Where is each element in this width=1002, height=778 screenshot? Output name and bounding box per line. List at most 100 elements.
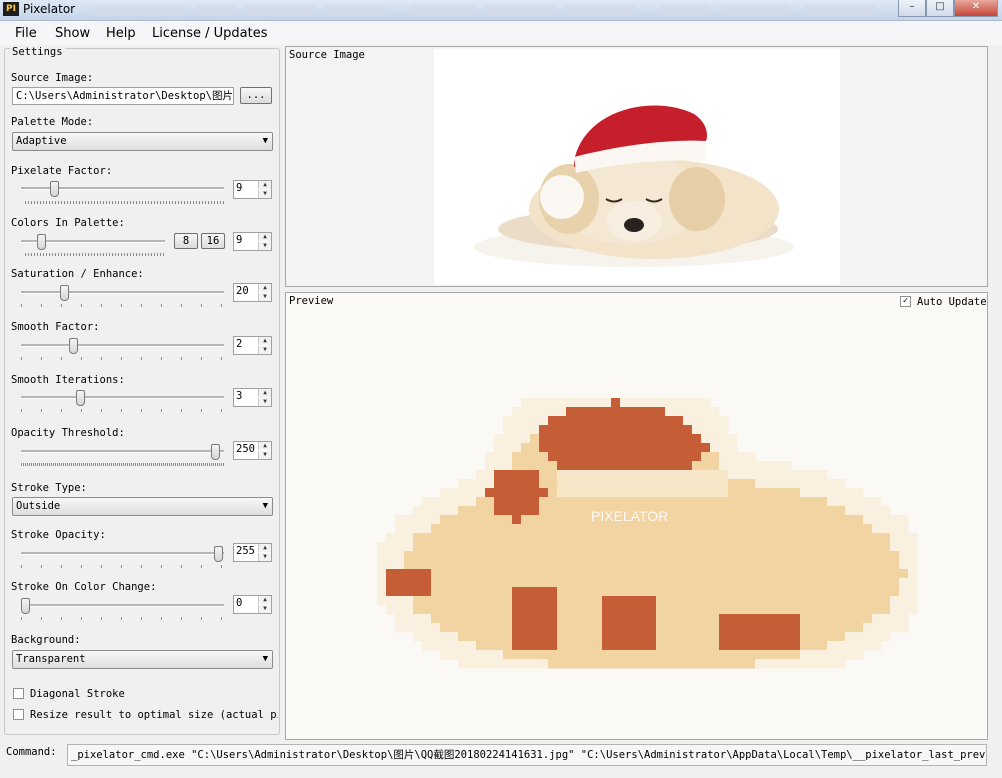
pixel-block: [458, 623, 468, 633]
stroke-opacity-track[interactable]: [21, 552, 224, 555]
smooth-factor-track[interactable]: [21, 344, 224, 347]
pixel-block: [647, 407, 657, 417]
background-select[interactable]: Transparent ▼: [12, 650, 273, 669]
smooth-iterations-spinner[interactable]: 3 ▲ ▼: [233, 388, 272, 407]
preview-title: Preview: [289, 295, 334, 307]
slider-tick: [76, 253, 77, 256]
pixel-block: [746, 524, 756, 534]
spin-down-icon[interactable]: ▼: [258, 190, 271, 198]
browse-button[interactable]: ...: [240, 87, 272, 104]
palette-mode-select[interactable]: Adaptive ▼: [12, 132, 273, 151]
smooth-iterations-slider[interactable]: [76, 390, 85, 406]
palette-8-button[interactable]: 8: [174, 233, 198, 249]
opacity-threshold-slider[interactable]: [211, 444, 220, 460]
spin-up-icon[interactable]: ▲: [258, 389, 271, 397]
pixel-block: [845, 641, 855, 651]
opacity-threshold-spinner[interactable]: 250 ▲ ▼: [233, 441, 272, 460]
slider-tick: [125, 463, 126, 466]
pixel-block: [539, 551, 549, 561]
spin-up-icon[interactable]: ▲: [258, 337, 271, 345]
spin-down-icon[interactable]: ▼: [258, 293, 271, 301]
palette-16-button[interactable]: 16: [201, 233, 225, 249]
pixel-block: [485, 650, 495, 660]
spin-down-icon[interactable]: ▼: [258, 398, 271, 406]
spin-up-icon[interactable]: ▲: [258, 596, 271, 604]
minimize-button[interactable]: –: [898, 0, 926, 17]
pixelate-factor-spinner[interactable]: 9 ▲ ▼: [233, 180, 272, 199]
pixel-block: [503, 533, 513, 543]
pixelate-factor-slider[interactable]: [50, 181, 59, 197]
spin-up-icon[interactable]: ▲: [258, 442, 271, 450]
slider-tick: [173, 463, 174, 466]
spin-up-icon[interactable]: ▲: [258, 233, 271, 241]
spin-up-icon[interactable]: ▲: [258, 544, 271, 552]
pixel-block: [800, 587, 810, 597]
pixel-block: [881, 506, 891, 516]
pixel-block: [809, 542, 819, 552]
pixel-block: [539, 416, 549, 426]
stroke-opacity-spinner[interactable]: 255 ▲ ▼: [233, 543, 272, 562]
pixel-block: [521, 623, 531, 633]
pixel-block: [836, 488, 846, 498]
slider-tick: [101, 617, 102, 620]
spin-down-icon[interactable]: ▼: [258, 553, 271, 561]
slider-tick: [97, 463, 98, 466]
stroke-on-color-change-track[interactable]: [21, 604, 224, 607]
stroke-opacity-slider[interactable]: [214, 546, 223, 562]
opacity-threshold-track[interactable]: [21, 450, 224, 453]
pixel-block: [413, 596, 423, 606]
pixel-block: [719, 623, 729, 633]
slider-tick: [52, 201, 53, 204]
pixel-block: [566, 443, 576, 453]
slider-tick: [184, 201, 185, 204]
spin-up-icon[interactable]: ▲: [258, 181, 271, 189]
stroke-type-select[interactable]: Outside ▼: [12, 497, 273, 516]
saturation-track[interactable]: [21, 291, 224, 294]
slider-tick: [151, 253, 152, 256]
smooth-iterations-track[interactable]: [21, 396, 224, 399]
spin-down-icon[interactable]: ▼: [258, 451, 271, 459]
smooth-factor-slider[interactable]: [69, 338, 78, 354]
close-button[interactable]: ✕: [954, 0, 998, 17]
saturation-slider[interactable]: [60, 285, 69, 301]
pixel-block: [431, 560, 441, 570]
slider-tick: [58, 253, 59, 256]
auto-update-checkbox[interactable]: ✓: [900, 296, 911, 307]
stroke-on-color-change-spinner[interactable]: 0 ▲ ▼: [233, 595, 272, 614]
pixel-block: [809, 650, 819, 660]
spin-down-icon[interactable]: ▼: [258, 346, 271, 354]
colors-in-palette-slider[interactable]: [37, 234, 46, 250]
diagonal-stroke-checkbox[interactable]: [13, 688, 24, 699]
pixel-block: [458, 560, 468, 570]
pixel-block: [665, 398, 675, 408]
command-input[interactable]: _pixelator_cmd.exe "C:\Users\Administrat…: [67, 744, 987, 766]
spin-down-icon[interactable]: ▼: [258, 605, 271, 613]
pixel-block: [782, 596, 792, 606]
colors-in-palette-spinner[interactable]: 9 ▲ ▼: [233, 232, 272, 251]
pixel-block: [485, 560, 495, 570]
source-image-input[interactable]: C:\Users\Administrator\Desktop\图片\: [12, 87, 234, 105]
menu-license-updates[interactable]: License / Updates: [152, 26, 268, 41]
pixel-block: [845, 632, 855, 642]
spin-down-icon[interactable]: ▼: [258, 242, 271, 250]
pixel-block: [845, 587, 855, 597]
stroke-on-color-change-slider[interactable]: [21, 598, 30, 614]
pixel-block: [665, 425, 675, 435]
slider-tick: [141, 565, 142, 568]
resize-result-checkbox[interactable]: [13, 709, 24, 720]
pixel-block: [593, 524, 603, 534]
pixel-block: [701, 488, 711, 498]
maximize-button[interactable]: □: [926, 0, 954, 17]
smooth-factor-spinner[interactable]: 2 ▲ ▼: [233, 336, 272, 355]
pixel-block: [836, 659, 846, 669]
spin-up-icon[interactable]: ▲: [258, 284, 271, 292]
pixel-block: [521, 569, 531, 579]
pixel-block: [746, 542, 756, 552]
menu-file[interactable]: File: [15, 26, 37, 41]
pixel-block: [899, 515, 909, 525]
saturation-spinner[interactable]: 20 ▲ ▼: [233, 283, 272, 302]
menu-show[interactable]: Show: [55, 26, 90, 41]
pixel-block: [575, 650, 585, 660]
pixel-block: [413, 542, 423, 552]
menu-help[interactable]: Help: [106, 26, 136, 41]
